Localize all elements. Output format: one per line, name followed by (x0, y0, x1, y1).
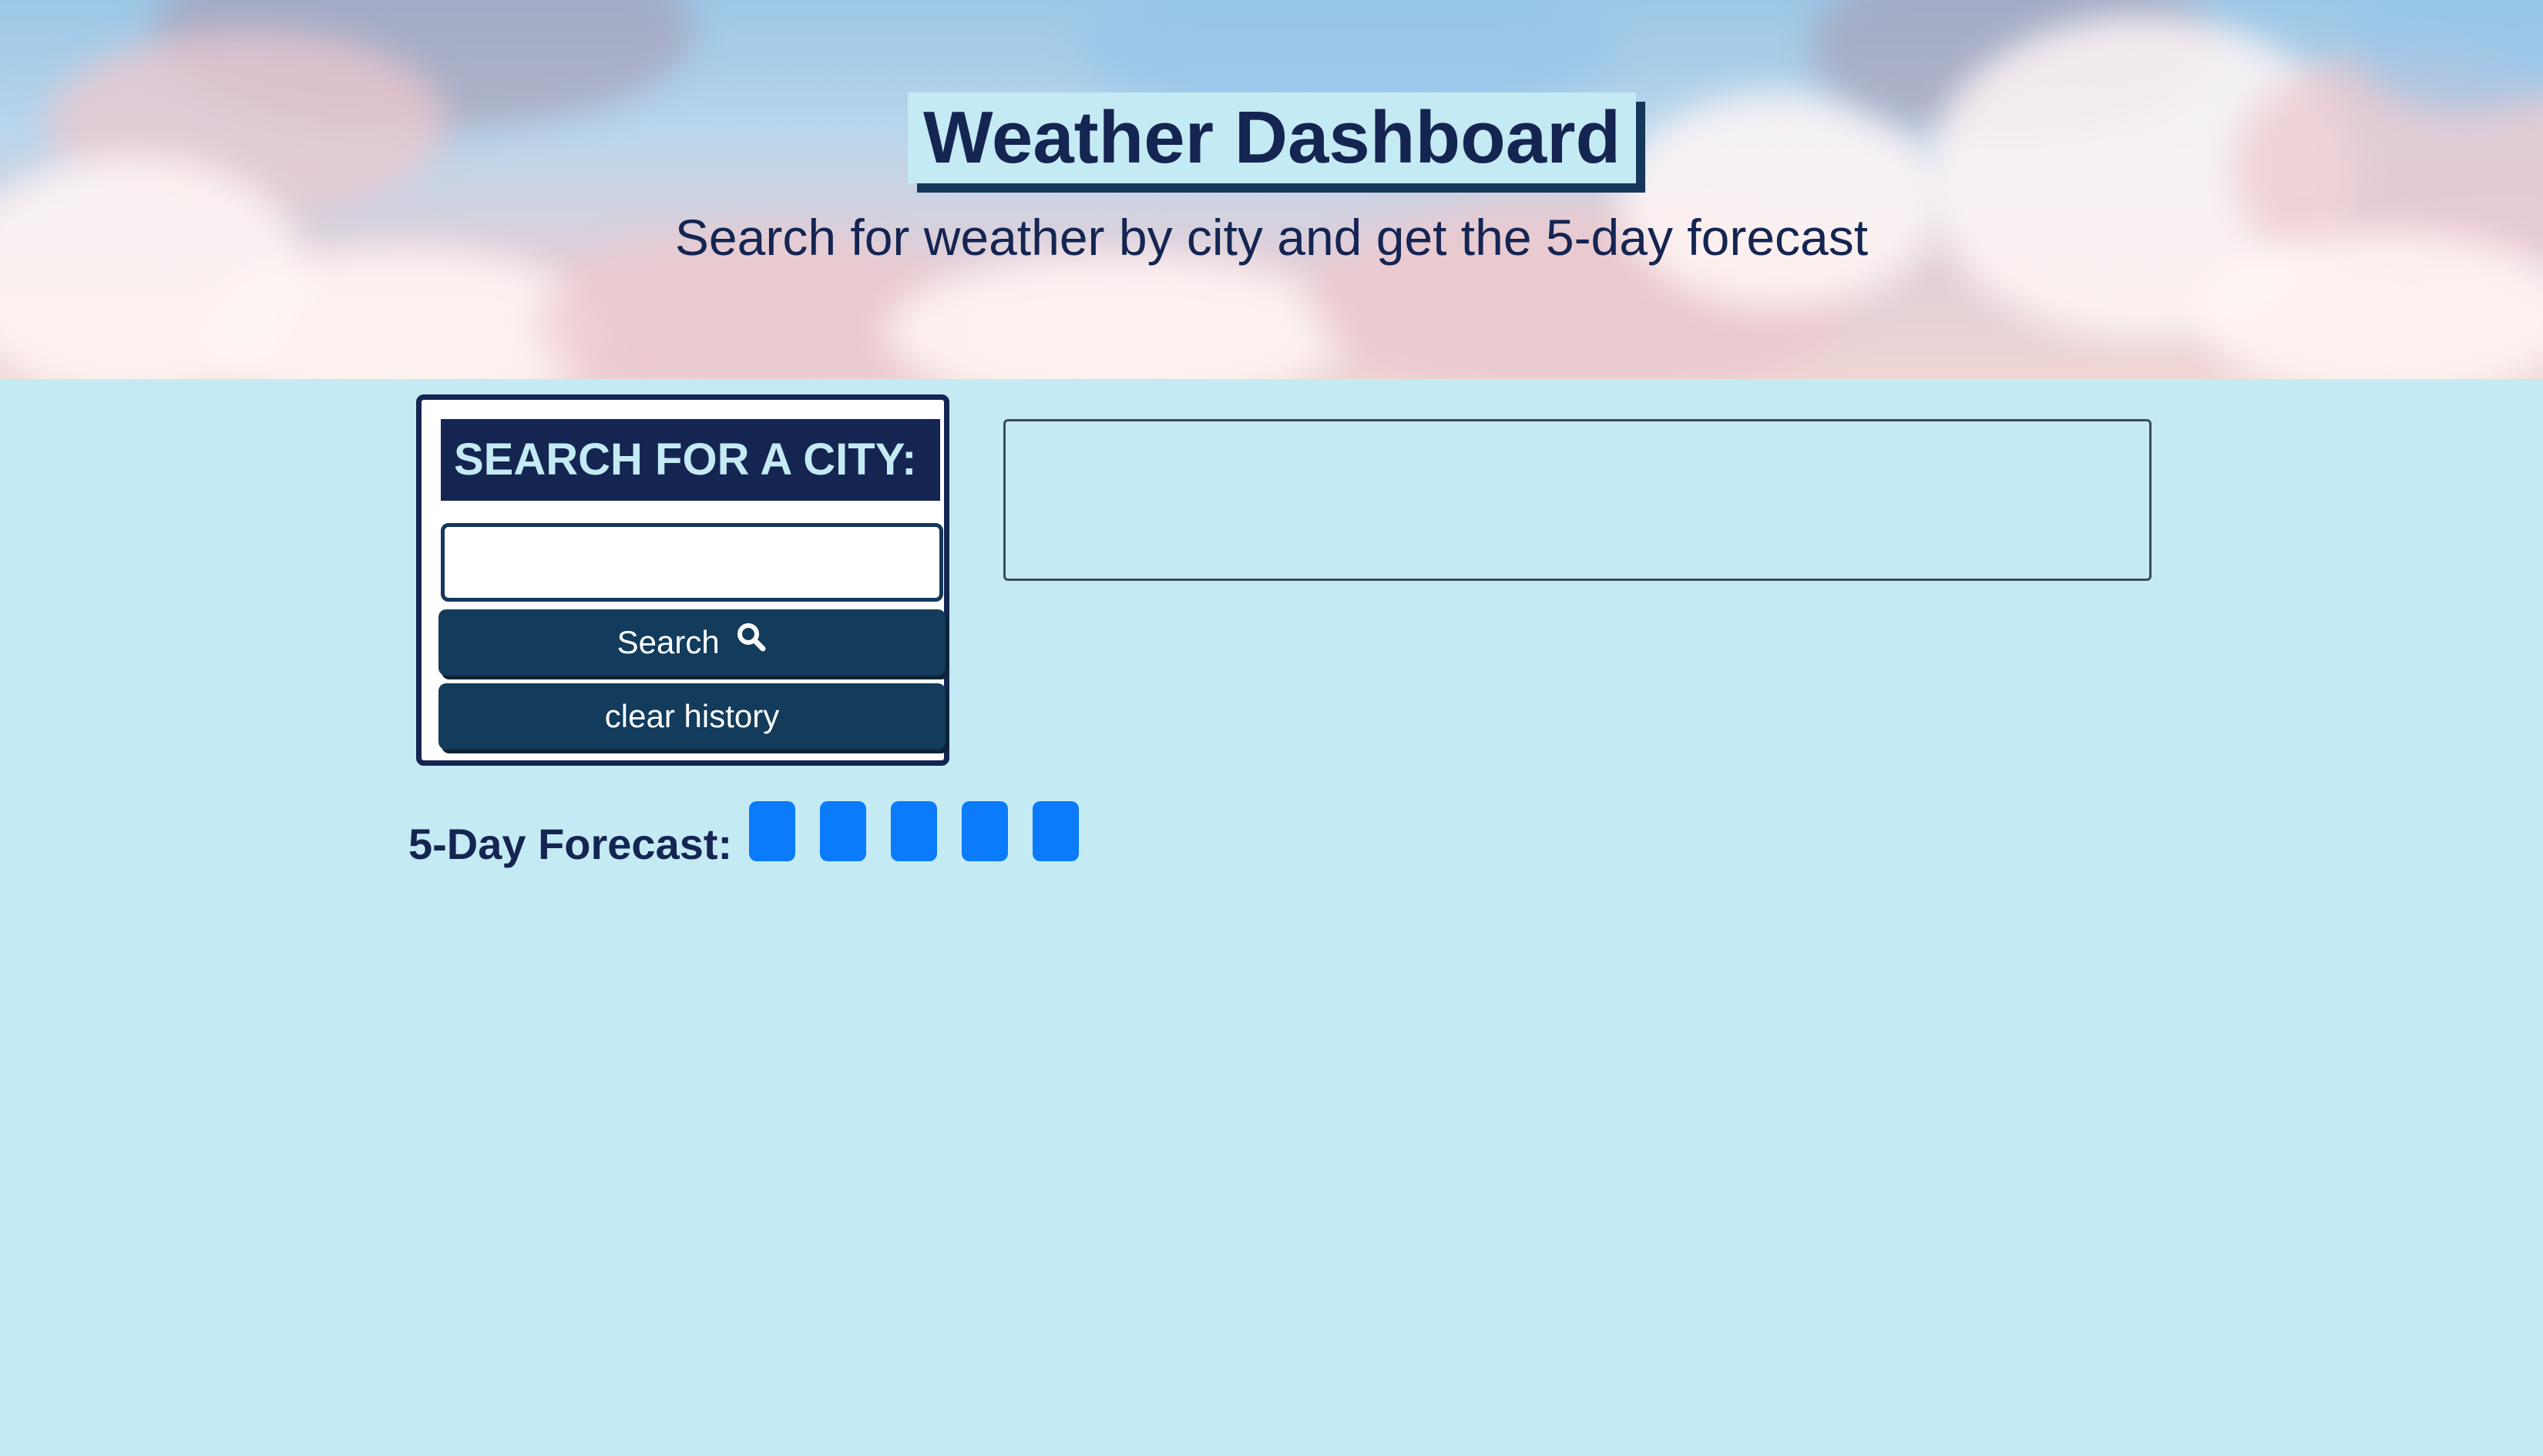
forecast-day-card (891, 801, 937, 861)
forecast-label: 5-Day Forecast: (408, 820, 733, 868)
current-weather-panel (1003, 419, 2152, 581)
city-search-input[interactable] (441, 523, 943, 602)
search-panel: SEARCH FOR A CITY: Search clear history (416, 394, 949, 766)
search-button[interactable]: Search (438, 609, 946, 676)
forecast-day-card (1033, 801, 1079, 861)
page-subtitle: Search for weather by city and get the 5… (674, 209, 1869, 266)
forecast-day-card (820, 801, 866, 861)
magnifying-glass-icon (736, 609, 767, 675)
clear-history-button[interactable]: clear history (438, 683, 946, 750)
header-banner: Weather Dashboard Search for weather by … (0, 0, 2543, 379)
search-button-label: Search (616, 624, 720, 660)
search-heading: SEARCH FOR A CITY: (441, 419, 940, 501)
page-title: Weather Dashboard (908, 92, 1637, 183)
forecast-day-card (749, 801, 795, 861)
forecast-day-card (962, 801, 1008, 861)
